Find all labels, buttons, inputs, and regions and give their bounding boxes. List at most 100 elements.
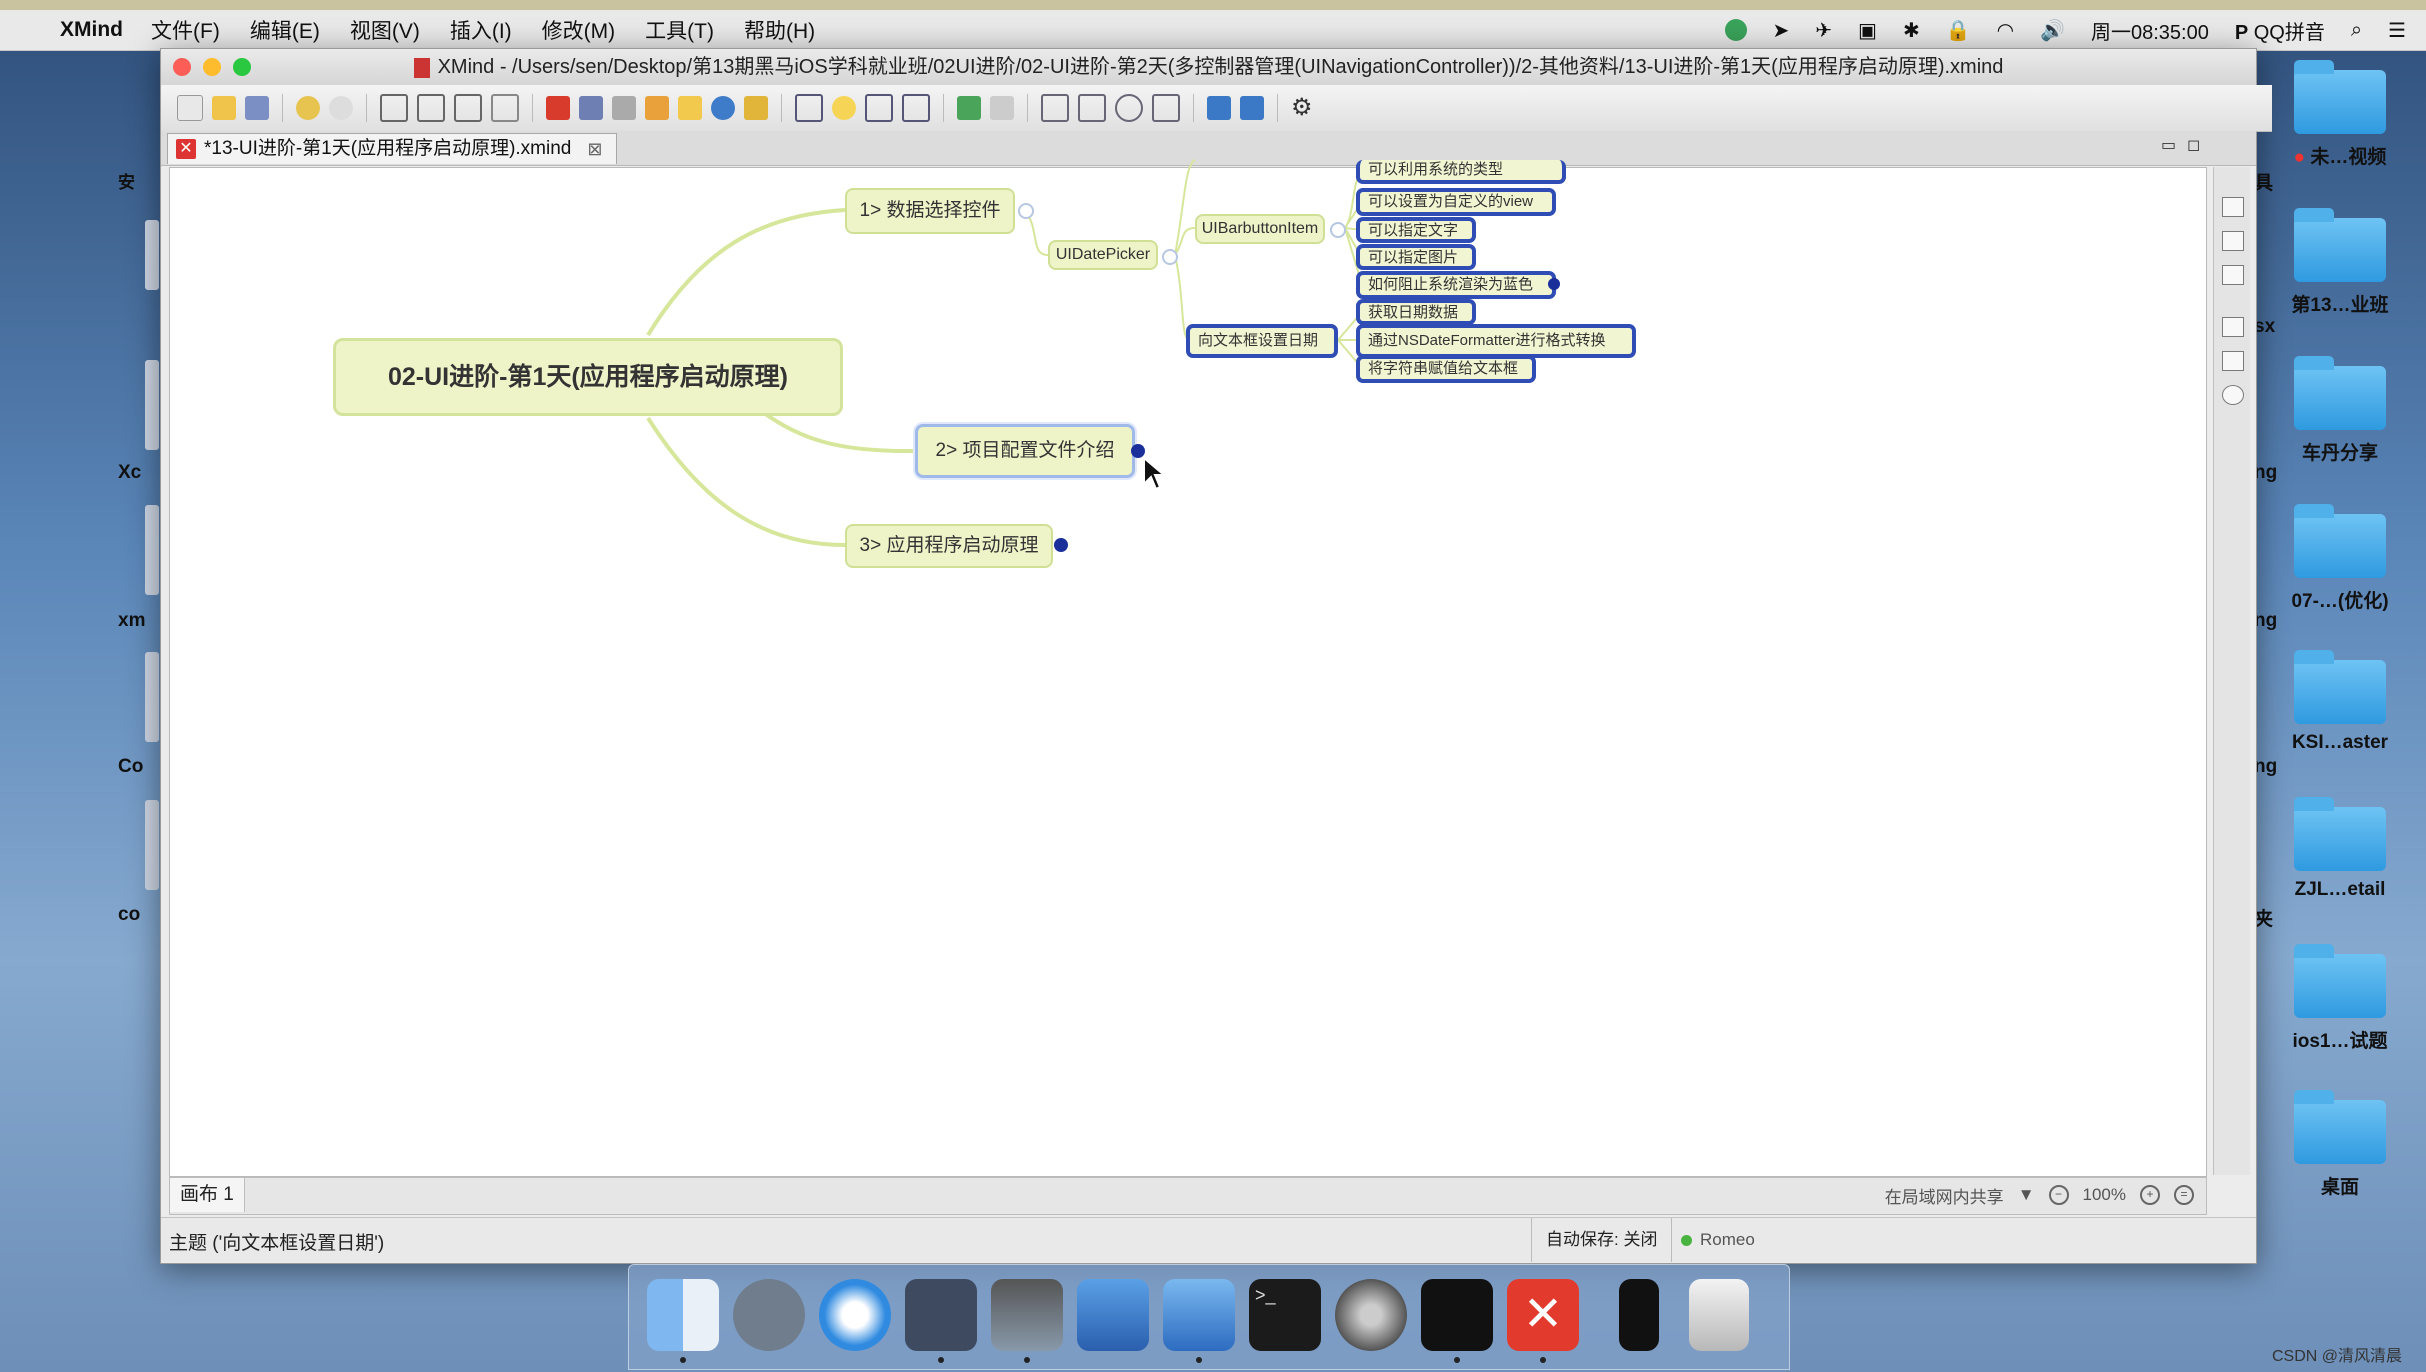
airplane-icon[interactable]: ✈ [1815,18,1832,43]
search-panel-icon[interactable] [2222,385,2244,405]
zoom-fit-icon[interactable] [1152,94,1180,122]
share-label[interactable]: 在局域网内共享 [1885,1183,2004,1208]
share-upload-icon[interactable] [1207,96,1231,120]
gantt-clock-icon[interactable] [1115,94,1143,122]
safari-icon[interactable] [819,1279,891,1351]
collapse-toggle-icon[interactable] [1162,249,1178,265]
idea-bulb-icon[interactable] [832,96,856,120]
instruments-icon[interactable] [1163,1279,1235,1351]
exec-terminal-icon[interactable] [1421,1279,1493,1351]
panel-restore-icon[interactable] [2222,317,2244,337]
central-topic[interactable]: 02-UI进阶-第1天(应用程序启动原理) [333,338,843,416]
redo-icon[interactable] [329,96,353,120]
clock-text[interactable]: 周一08:35:00 [2091,16,2209,45]
panel-restore-icon[interactable] [2222,197,2244,217]
system-preferences-icon[interactable] [1335,1279,1407,1351]
launchpad-icon[interactable] [733,1279,805,1351]
zoom-fit-icon[interactable]: = [2174,1185,2194,1205]
subtopic-icon[interactable] [417,94,445,122]
menu-modify[interactable]: 修改(M) [542,15,615,45]
menu-insert[interactable]: 插入(I) [450,15,512,45]
save-icon[interactable] [245,96,269,120]
menu-file[interactable]: 文件(F) [151,15,220,45]
topic-textfield-date[interactable]: 向文本框设置日期 [1186,324,1338,358]
zoom-window-button[interactable] [233,58,251,76]
leaf-topic[interactable]: 通过NSDateFormatter进行格式转换 [1356,324,1636,358]
window-titlebar[interactable]: XMind - /Users/sen/Desktop/第13期黑马iOS学科就业… [161,49,2256,86]
menu-edit[interactable]: 编辑(E) [250,15,320,45]
undo-icon[interactable] [296,96,320,120]
properties-panel-icon[interactable] [2222,265,2244,285]
desktop-folder[interactable]: 07-…(优化) [2270,504,2410,613]
desktop-file-tile[interactable] [145,360,159,450]
leaf-topic[interactable]: 如何阻止系统渲染为蓝色 [1356,271,1556,299]
media-app-icon[interactable] [991,1279,1063,1351]
leaf-topic[interactable]: 可以设置为自定义的view [1356,188,1556,216]
marker-flag-icon[interactable] [546,96,570,120]
zoom-in-icon[interactable]: + [2140,1185,2160,1205]
desktop-folder[interactable]: 桌面 [2270,1090,2410,1199]
export-icon[interactable] [1240,96,1264,120]
filter-icon[interactable]: ▼ [2018,1185,2035,1205]
mouse-app-icon[interactable] [905,1279,977,1351]
tag-icon[interactable] [990,96,1014,120]
sync-icon[interactable] [1724,19,1747,41]
autosave-status[interactable]: 自动保存: 关闭 [1531,1218,1673,1262]
menu-view[interactable]: 视图(V) [350,15,420,45]
hyperlink-icon[interactable] [711,96,735,120]
leaf-topic[interactable]: 将字符串赋值给文本框 [1356,355,1536,383]
topic-app-launch[interactable]: 3> 应用程序启动原理 [845,524,1053,568]
leaf-topic[interactable]: 可以利用系统的类型 [1356,160,1566,184]
leaf-topic[interactable]: 可以指定图片 [1356,244,1476,270]
trash-icon[interactable] [1689,1279,1749,1351]
notification-center-icon[interactable]: ☰ [2388,18,2406,43]
desktop-folder[interactable]: ios1…试题 [2270,944,2410,1053]
settings-gear-icon[interactable]: ⚙ [1291,96,1315,120]
structure-icon[interactable] [865,94,893,122]
note-icon[interactable] [678,96,702,120]
desktop-folder[interactable]: ● 未…视频 [2270,60,2410,169]
zoom-out-icon[interactable]: − [2048,1185,2069,1205]
location-icon[interactable]: ➤ [1773,18,1790,43]
desktop-file-tile[interactable] [145,652,159,742]
lock-icon[interactable]: 🔒 [1946,18,1971,43]
image-icon[interactable] [579,96,603,120]
boundary-icon[interactable] [645,96,669,120]
sheet-tab[interactable]: 画布 1 [170,1178,245,1212]
xmind-dock-icon[interactable]: ✕ [1507,1279,1579,1351]
terminal-icon[interactable]: >_ [1249,1279,1321,1351]
collapse-toggle-icon[interactable] [1330,222,1346,238]
outline-view-icon[interactable] [1041,94,1069,122]
topic-icon[interactable] [380,94,408,122]
markers-panel-icon[interactable] [2222,351,2244,371]
finder-icon[interactable] [647,1279,719,1351]
input-method[interactable]: P QQ拼音 [2235,16,2325,45]
topic-data-picker[interactable]: 1> 数据选择控件 [845,188,1015,234]
topic-barbuttonitem[interactable]: UIBarbuttonItem [1195,214,1325,244]
desktop-file-tile[interactable] [145,800,159,890]
desktop-folder[interactable]: KSI…aster [2270,650,2410,754]
list-icon[interactable] [454,94,482,122]
desktop-file-tile[interactable] [145,505,159,595]
leaf-topic[interactable]: 可以指定文字 [1356,217,1476,243]
audio-icon[interactable] [744,96,768,120]
collapse-dot-icon[interactable] [1548,278,1560,290]
spotlight-icon[interactable]: ⌕ [2351,19,2362,42]
close-window-button[interactable] [173,58,191,76]
spreadsheet-icon[interactable] [1078,94,1106,122]
layout-icon[interactable] [902,94,930,122]
minimize-editor-icon[interactable]: ▭ [2161,135,2176,155]
topic-datepicker[interactable]: UIDatePicker [1048,240,1158,270]
screen-record-icon[interactable]: ▣ [1858,18,1877,43]
menu-tools[interactable]: 工具(T) [645,15,714,45]
menu-help[interactable]: 帮助(H) [744,15,815,45]
new-icon[interactable] [177,95,203,121]
tab-document[interactable]: ✕ *13-UI进阶-第1天(应用程序启动原理).xmind ⊠ [167,133,618,164]
volume-icon[interactable]: 🔊 [2040,18,2065,43]
desktop-folder[interactable]: 车丹分享 [2270,356,2410,465]
task-icon[interactable] [957,96,981,120]
desktop-folder[interactable]: 第13…业班 [2270,208,2410,317]
collapse-dot-icon[interactable] [1054,538,1068,552]
tab-close-icon[interactable]: ⊠ [587,134,602,164]
minimize-window-button[interactable] [203,58,221,76]
